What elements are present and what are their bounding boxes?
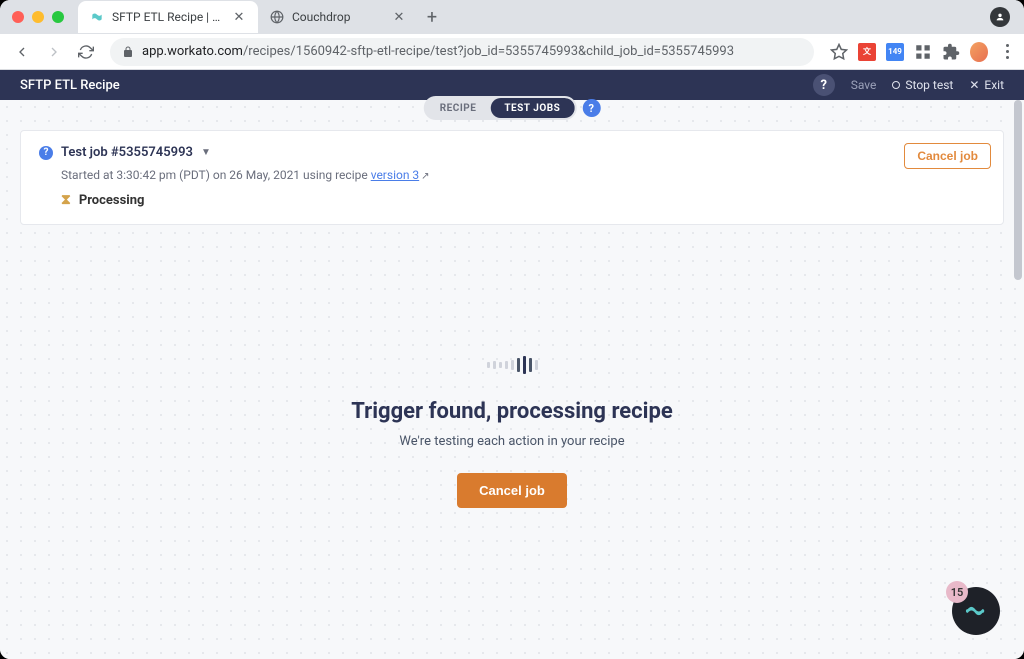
external-link-icon: ↗ [421,171,429,182]
profile-avatar-icon[interactable] [990,7,1010,27]
close-tab-icon[interactable]: ✕ [392,10,406,24]
tab-recipe[interactable]: RECIPE [426,98,491,118]
bookmark-star-icon[interactable] [830,43,848,61]
browser-toolbar: app.workato.com/recipes/1560942-sftp-etl… [0,34,1024,70]
loading-animation-icon [487,355,538,375]
job-status: ⧗ Processing [61,192,985,208]
help-icon[interactable]: ? [813,74,835,96]
window-controls [12,11,64,23]
exit-button[interactable]: ✕ Exit [969,78,1004,92]
browser-chrome: SFTP ETL Recipe | Workato ✕ Couchdrop ✕ … [0,0,1024,70]
globe-favicon-icon [270,10,284,24]
extensions-puzzle-icon[interactable] [942,43,960,61]
tab-bar: SFTP ETL Recipe | Workato ✕ Couchdrop ✕ … [0,0,1024,34]
tab-test-jobs[interactable]: TEST JOBS [490,98,574,118]
job-header[interactable]: ? Test job #5355745993 ▼ [39,145,985,160]
browser-tab[interactable]: Couchdrop ✕ [258,1,418,33]
stop-test-button[interactable]: Stop test [892,78,953,92]
toolbar-icons: 文 149 [830,43,1016,61]
back-button[interactable] [8,38,36,66]
url-text: app.workato.com/recipes/1560942-sftp-etl… [142,44,802,59]
view-switcher: RECIPE TEST JOBS ? [424,96,601,120]
scrollbar-thumb[interactable] [1014,100,1022,280]
cancel-job-button[interactable]: Cancel job [904,143,991,169]
info-icon: ? [39,146,53,160]
tab-title: Couchdrop [292,10,384,24]
cancel-job-button-main[interactable]: Cancel job [457,473,567,508]
workato-favicon-icon [90,10,104,24]
close-icon: ✕ [969,78,979,92]
browser-tab-active[interactable]: SFTP ETL Recipe | Workato ✕ [78,1,258,33]
tab-title: SFTP ETL Recipe | Workato [112,10,224,24]
header-actions: ? Save Stop test ✕ Exit [813,74,1004,96]
chrome-menu-icon[interactable] [998,43,1016,61]
stage-subtitle: We're testing each action in your recipe [399,434,624,449]
chat-badge: 15 [946,581,968,603]
stop-icon [892,81,900,89]
content-area: ? Test job #5355745993 ▼ Started at 3:30… [0,100,1024,659]
app-header: SFTP ETL Recipe ? Save Stop test ✕ Exit … [0,70,1024,100]
job-card: ? Test job #5355745993 ▼ Started at 3:30… [20,130,1004,225]
address-bar[interactable]: app.workato.com/recipes/1560942-sftp-etl… [110,38,814,66]
save-button[interactable]: Save [851,78,877,92]
lock-icon [122,46,134,58]
pill-help-icon[interactable]: ? [582,99,600,117]
chat-widget[interactable]: 15 [952,587,1000,635]
maximize-window-icon[interactable] [52,11,64,23]
recipe-title: SFTP ETL Recipe [20,78,120,93]
browser-window: SFTP ETL Recipe | Workato ✕ Couchdrop ✕ … [0,0,1024,659]
reload-button[interactable] [72,38,100,66]
profile-picture-icon[interactable] [970,43,988,61]
chevron-down-icon: ▼ [201,147,211,158]
processing-stage: Trigger found, processing recipe We're t… [20,355,1004,508]
close-window-icon[interactable] [12,11,24,23]
forward-button[interactable] [40,38,68,66]
close-tab-icon[interactable]: ✕ [232,10,246,24]
minimize-window-icon[interactable] [32,11,44,23]
hourglass-icon: ⧗ [61,192,71,208]
apps-grid-icon[interactable] [914,43,932,61]
version-link[interactable]: version 3 [371,168,419,182]
stage-title: Trigger found, processing recipe [351,399,672,424]
scrollbar[interactable] [1014,100,1022,659]
extension-icon[interactable]: 文 [858,43,876,61]
job-subtext: Started at 3:30:42 pm (PDT) on 26 May, 2… [61,168,985,182]
job-title: Test job #5355745993 [61,145,193,160]
new-tab-button[interactable]: + [418,3,446,31]
workato-logo-icon [965,600,987,622]
extension-icon[interactable]: 149 [886,43,904,61]
